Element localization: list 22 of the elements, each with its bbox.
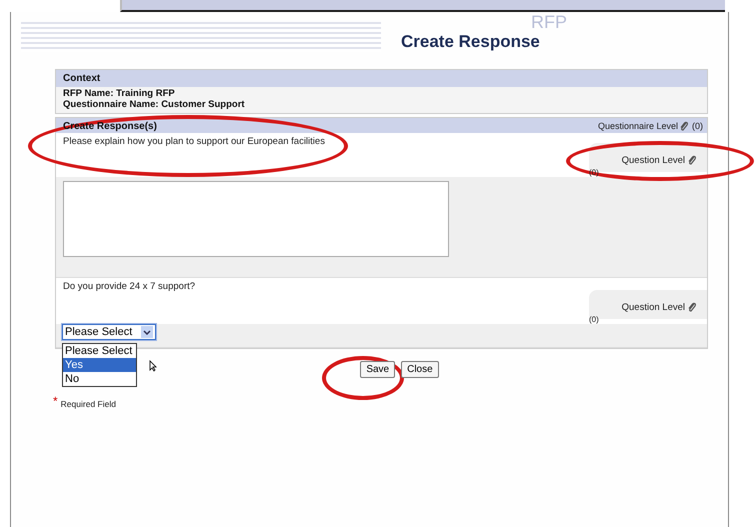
count-label: (0): [692, 121, 703, 131]
required-note: Required Field: [60, 399, 116, 409]
form-button[interactable]: Save: [360, 361, 396, 378]
answer-field[interactable]: [63, 181, 449, 257]
required-mark: *: [53, 394, 58, 408]
questionnaire-level-link[interactable]: Questionnaire Level: [598, 120, 689, 132]
mouse-cursor-icon: [149, 360, 157, 372]
paperclip-icon: [679, 120, 689, 132]
question-text: Please explain how you plan to support our European facilities: [63, 136, 325, 147]
select-dropdown[interactable]: Please Select: [62, 324, 156, 340]
panel-heading: Context: [63, 73, 100, 84]
dropdown-option[interactable]: No: [63, 372, 136, 386]
dropdown-option[interactable]: Yes: [63, 358, 136, 372]
context-line: RFP Name: Training RFP: [63, 88, 176, 99]
paperclip-icon: [687, 301, 697, 313]
context-line: Questionnaire Name: Customer Support: [63, 99, 246, 110]
dropdown-option[interactable]: Please Select: [63, 344, 136, 358]
form-button[interactable]: Close: [401, 361, 439, 378]
paperclip-icon: [687, 154, 697, 166]
faded-title: RFP: [531, 12, 567, 33]
page-title: Create Response: [401, 32, 541, 52]
question-text: Do you provide 24 x 7 support?: [63, 281, 196, 292]
